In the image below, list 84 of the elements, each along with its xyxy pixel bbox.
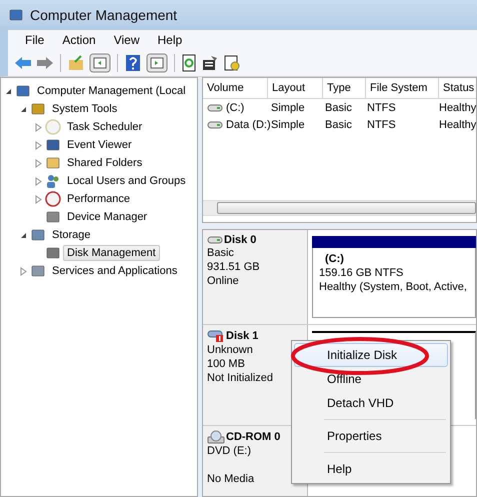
disk-name: Disk 1 (226, 330, 258, 342)
disk-info-panel[interactable]: Disk 0 Basic 931.51 GB Online (203, 230, 308, 324)
table-cell: Data (D:) (226, 118, 271, 130)
pane-toggle-icon[interactable] (146, 53, 168, 73)
table-cell: (C:) (226, 102, 244, 114)
menu-item[interactable]: Action (53, 33, 105, 47)
collapsed-arrow-icon[interactable] (19, 266, 28, 276)
drive-icon (207, 120, 223, 130)
column-header[interactable]: Volume (203, 78, 268, 98)
column-header[interactable]: Type (323, 78, 366, 98)
column-header[interactable]: File System (366, 78, 439, 98)
device-icon (45, 209, 61, 225)
cd-drive-icon (207, 430, 225, 444)
tree-item[interactable]: Storage (48, 227, 95, 243)
back-arrow-icon[interactable] (14, 56, 32, 70)
horizontal-scrollbar[interactable] (203, 200, 476, 216)
window-title: Computer Management (30, 7, 178, 23)
disk-detail: 931.51 GB (207, 260, 261, 274)
partition-status: Healthy (System, Boot, Active, (319, 280, 468, 294)
tree-item[interactable]: Device Manager (63, 209, 152, 225)
tree-item[interactable]: Disk Management (63, 245, 160, 261)
table-cell: Simple (271, 118, 305, 130)
partition-size: 159.16 GB NTFS (319, 266, 404, 280)
folder-up-icon[interactable] (67, 54, 85, 72)
collapsed-arrow-icon[interactable] (34, 158, 43, 168)
menu-item[interactable]: Help (148, 33, 192, 47)
log-icon (45, 137, 61, 153)
drive-icon (207, 102, 223, 112)
collapsed-arrow-icon[interactable] (34, 122, 43, 132)
collapsed-arrow-icon[interactable] (34, 176, 43, 186)
menu-item[interactable]: View (104, 33, 148, 47)
tree-item[interactable]: Event Viewer (63, 137, 136, 153)
storage-icon (30, 227, 46, 243)
disk-detail: No Media (207, 472, 256, 486)
table-cell: Healthy (439, 118, 476, 130)
computer-icon (15, 83, 31, 99)
folder-icon (45, 155, 61, 171)
tree-item[interactable]: Shared Folders (63, 155, 146, 171)
gear-icon[interactable] (223, 54, 241, 72)
tree-item[interactable]: Local Users and Groups (63, 173, 190, 189)
pane-toggle-icon[interactable] (89, 53, 111, 73)
gauge-icon (45, 191, 61, 207)
expanded-arrow-icon[interactable] (19, 104, 28, 114)
column-header[interactable]: Status (439, 78, 477, 98)
disk-detail: Online (207, 274, 240, 288)
users-icon (45, 173, 61, 189)
disk-drive-icon (45, 245, 61, 261)
refresh-icon[interactable] (181, 54, 197, 72)
expanded-arrow-icon[interactable] (19, 230, 28, 240)
disk-detail: 100 MB (207, 357, 246, 371)
disk-warning-icon (207, 329, 225, 343)
column-header[interactable]: Layout (268, 78, 323, 98)
computer-icon (8, 7, 24, 23)
disk-detail: Not Initialized (207, 371, 274, 385)
disk-detail: Basic (207, 246, 235, 260)
collapsed-arrow-icon[interactable] (34, 194, 43, 204)
tree-item[interactable]: Services and Applications (48, 263, 182, 279)
clock-icon (45, 119, 61, 135)
tree-item[interactable]: System Tools (48, 101, 122, 117)
table-cell: Basic (325, 102, 352, 114)
table-cell: Simple (271, 102, 305, 114)
disk-name: CD-ROM 0 (226, 431, 280, 443)
partition-label: (C:) (324, 252, 345, 266)
tree-item[interactable]: Computer Management (Local (33, 83, 190, 99)
drive-icon (207, 235, 223, 245)
help-icon[interactable] (124, 54, 142, 72)
collapsed-arrow-icon[interactable] (34, 140, 43, 150)
partition-box[interactable]: (C:) 159.16 GB NTFS Healthy (System, Boot, Active, (312, 248, 476, 318)
disk-detail: Unknown (207, 343, 254, 357)
tools-icon (30, 101, 46, 117)
tree-item[interactable]: Performance (63, 191, 134, 207)
menu-item[interactable]: Initialize Disk (294, 343, 448, 367)
disk-detail: DVD (E:) (207, 444, 252, 458)
table-cell: Healthy (439, 102, 476, 114)
disk-name: Disk 0 (224, 234, 256, 246)
table-cell: NTFS (367, 102, 396, 114)
expanded-arrow-icon[interactable] (4, 86, 13, 96)
properties-icon[interactable] (201, 54, 219, 72)
table-cell: NTFS (367, 118, 396, 130)
table-cell: Basic (325, 118, 352, 130)
tree-item[interactable]: Task Scheduler (63, 119, 146, 135)
menu-item[interactable]: File (16, 33, 54, 47)
forward-arrow-icon[interactable] (36, 56, 54, 70)
server-icon (30, 263, 46, 279)
